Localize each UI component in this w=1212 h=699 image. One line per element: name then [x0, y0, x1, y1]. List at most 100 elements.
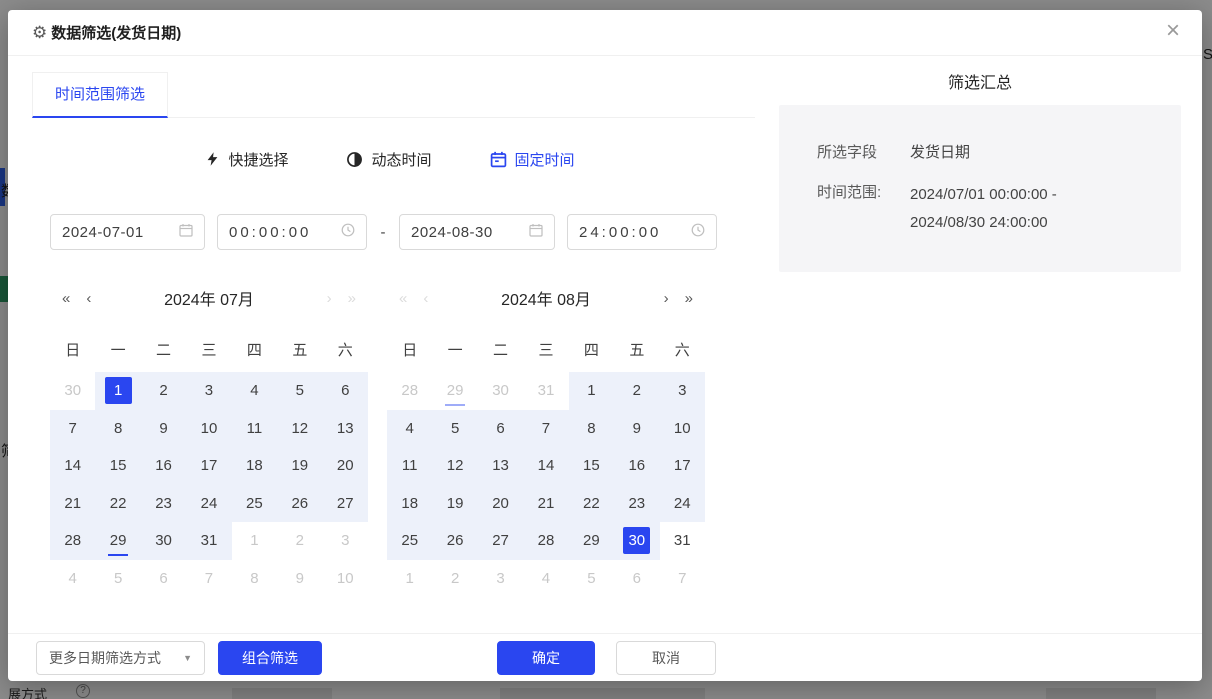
- start-date-input[interactable]: 2024-07-01: [50, 214, 205, 250]
- date-cell[interactable]: 18: [232, 447, 277, 485]
- date-cell[interactable]: 5: [95, 560, 140, 598]
- date-cell[interactable]: 22: [569, 485, 614, 523]
- date-cell[interactable]: 25: [387, 522, 432, 560]
- date-cell[interactable]: 10: [186, 410, 231, 448]
- next-year-button[interactable]: »: [677, 290, 701, 307]
- date-cell[interactable]: 1: [387, 560, 432, 598]
- date-cell[interactable]: 2: [432, 560, 477, 598]
- date-cell[interactable]: 17: [186, 447, 231, 485]
- date-cell[interactable]: 8: [95, 410, 140, 448]
- date-cell[interactable]: 13: [323, 410, 368, 448]
- tab-time-range-filter[interactable]: 时间范围筛选: [32, 72, 168, 118]
- date-cell[interactable]: 23: [614, 485, 659, 523]
- date-cell[interactable]: 18: [387, 485, 432, 523]
- date-cell[interactable]: 9: [614, 410, 659, 448]
- date-cell[interactable]: 6: [141, 560, 186, 598]
- date-cell[interactable]: 30: [478, 372, 523, 410]
- date-cell[interactable]: 23: [141, 485, 186, 523]
- ok-button[interactable]: 确定: [497, 641, 595, 675]
- date-cell[interactable]: 31: [186, 522, 231, 560]
- date-cell[interactable]: 17: [660, 447, 705, 485]
- date-cell[interactable]: 5: [277, 372, 322, 410]
- date-cell[interactable]: 15: [95, 447, 140, 485]
- date-cell[interactable]: 30: [50, 372, 95, 410]
- date-cell[interactable]: 8: [232, 560, 277, 598]
- start-time-input[interactable]: 00:00:00: [217, 214, 367, 250]
- date-cell[interactable]: 20: [478, 485, 523, 523]
- date-cell[interactable]: 20: [323, 447, 368, 485]
- date-cell[interactable]: 7: [523, 410, 568, 448]
- date-cell[interactable]: 21: [523, 485, 568, 523]
- date-cell[interactable]: 21: [50, 485, 95, 523]
- date-cell[interactable]: 29: [569, 522, 614, 560]
- date-cell[interactable]: 30: [141, 522, 186, 560]
- date-cell[interactable]: 7: [660, 560, 705, 598]
- mode-dynamic-time[interactable]: 动态时间: [346, 149, 431, 170]
- close-icon[interactable]: ×: [1166, 19, 1180, 43]
- date-cell[interactable]: 4: [50, 560, 95, 598]
- date-cell[interactable]: 4: [523, 560, 568, 598]
- date-cell[interactable]: 25: [232, 485, 277, 523]
- date-cell[interactable]: 4: [232, 372, 277, 410]
- date-cell[interactable]: 6: [614, 560, 659, 598]
- date-cell[interactable]: 26: [432, 522, 477, 560]
- date-cell[interactable]: 19: [432, 485, 477, 523]
- date-cell[interactable]: 27: [478, 522, 523, 560]
- date-cell[interactable]: 28: [50, 522, 95, 560]
- date-cell[interactable]: 3: [660, 372, 705, 410]
- date-cell[interactable]: 22: [95, 485, 140, 523]
- date-cell[interactable]: 4: [387, 410, 432, 448]
- date-cell[interactable]: 5: [432, 410, 477, 448]
- date-cell[interactable]: 14: [523, 447, 568, 485]
- date-cell[interactable]: 9: [141, 410, 186, 448]
- date-cell[interactable]: 31: [523, 372, 568, 410]
- date-cell[interactable]: 9: [277, 560, 322, 598]
- end-date-input[interactable]: 2024-08-30: [399, 214, 555, 250]
- date-cell[interactable]: 13: [478, 447, 523, 485]
- date-cell[interactable]: 12: [277, 410, 322, 448]
- more-date-filter-select[interactable]: 更多日期筛选方式 ▼: [36, 641, 205, 675]
- mode-fixed-time[interactable]: 固定时间: [490, 149, 575, 170]
- date-cell[interactable]: 2: [277, 522, 322, 560]
- date-cell[interactable]: 27: [323, 485, 368, 523]
- prev-year-button[interactable]: «: [391, 290, 415, 307]
- date-cell[interactable]: 28: [523, 522, 568, 560]
- date-cell[interactable]: 1: [232, 522, 277, 560]
- date-cell[interactable]: 15: [569, 447, 614, 485]
- date-cell[interactable]: 12: [432, 447, 477, 485]
- date-cell[interactable]: 30: [614, 522, 659, 560]
- date-cell[interactable]: 6: [478, 410, 523, 448]
- date-cell[interactable]: 10: [323, 560, 368, 598]
- date-cell[interactable]: 6: [323, 372, 368, 410]
- date-cell[interactable]: 31: [660, 522, 705, 560]
- date-cell[interactable]: 19: [277, 447, 322, 485]
- date-cell[interactable]: 24: [186, 485, 231, 523]
- date-cell[interactable]: 2: [141, 372, 186, 410]
- end-time-input[interactable]: 24:00:00: [567, 214, 717, 250]
- date-cell[interactable]: 7: [50, 410, 95, 448]
- prev-month-button[interactable]: ‹: [78, 290, 99, 307]
- mode-quick-select[interactable]: 快捷选择: [205, 149, 288, 170]
- date-cell[interactable]: 16: [614, 447, 659, 485]
- date-cell[interactable]: 8: [569, 410, 614, 448]
- date-cell[interactable]: 28: [387, 372, 432, 410]
- date-cell[interactable]: 24: [660, 485, 705, 523]
- combine-filter-button[interactable]: 组合筛选: [218, 641, 322, 675]
- date-cell[interactable]: 2: [614, 372, 659, 410]
- date-cell[interactable]: 29: [95, 522, 140, 560]
- date-cell[interactable]: 1: [569, 372, 614, 410]
- date-cell[interactable]: 11: [387, 447, 432, 485]
- date-cell[interactable]: 26: [277, 485, 322, 523]
- date-cell[interactable]: 3: [186, 372, 231, 410]
- next-month-button[interactable]: ›: [319, 290, 340, 307]
- cancel-button[interactable]: 取消: [616, 641, 716, 675]
- date-cell[interactable]: 7: [186, 560, 231, 598]
- date-cell[interactable]: 29: [432, 372, 477, 410]
- prev-month-button[interactable]: ‹: [415, 290, 436, 307]
- date-cell[interactable]: 3: [323, 522, 368, 560]
- date-cell[interactable]: 16: [141, 447, 186, 485]
- prev-year-button[interactable]: «: [54, 290, 78, 307]
- date-cell[interactable]: 10: [660, 410, 705, 448]
- next-month-button[interactable]: ›: [656, 290, 677, 307]
- date-cell[interactable]: 3: [478, 560, 523, 598]
